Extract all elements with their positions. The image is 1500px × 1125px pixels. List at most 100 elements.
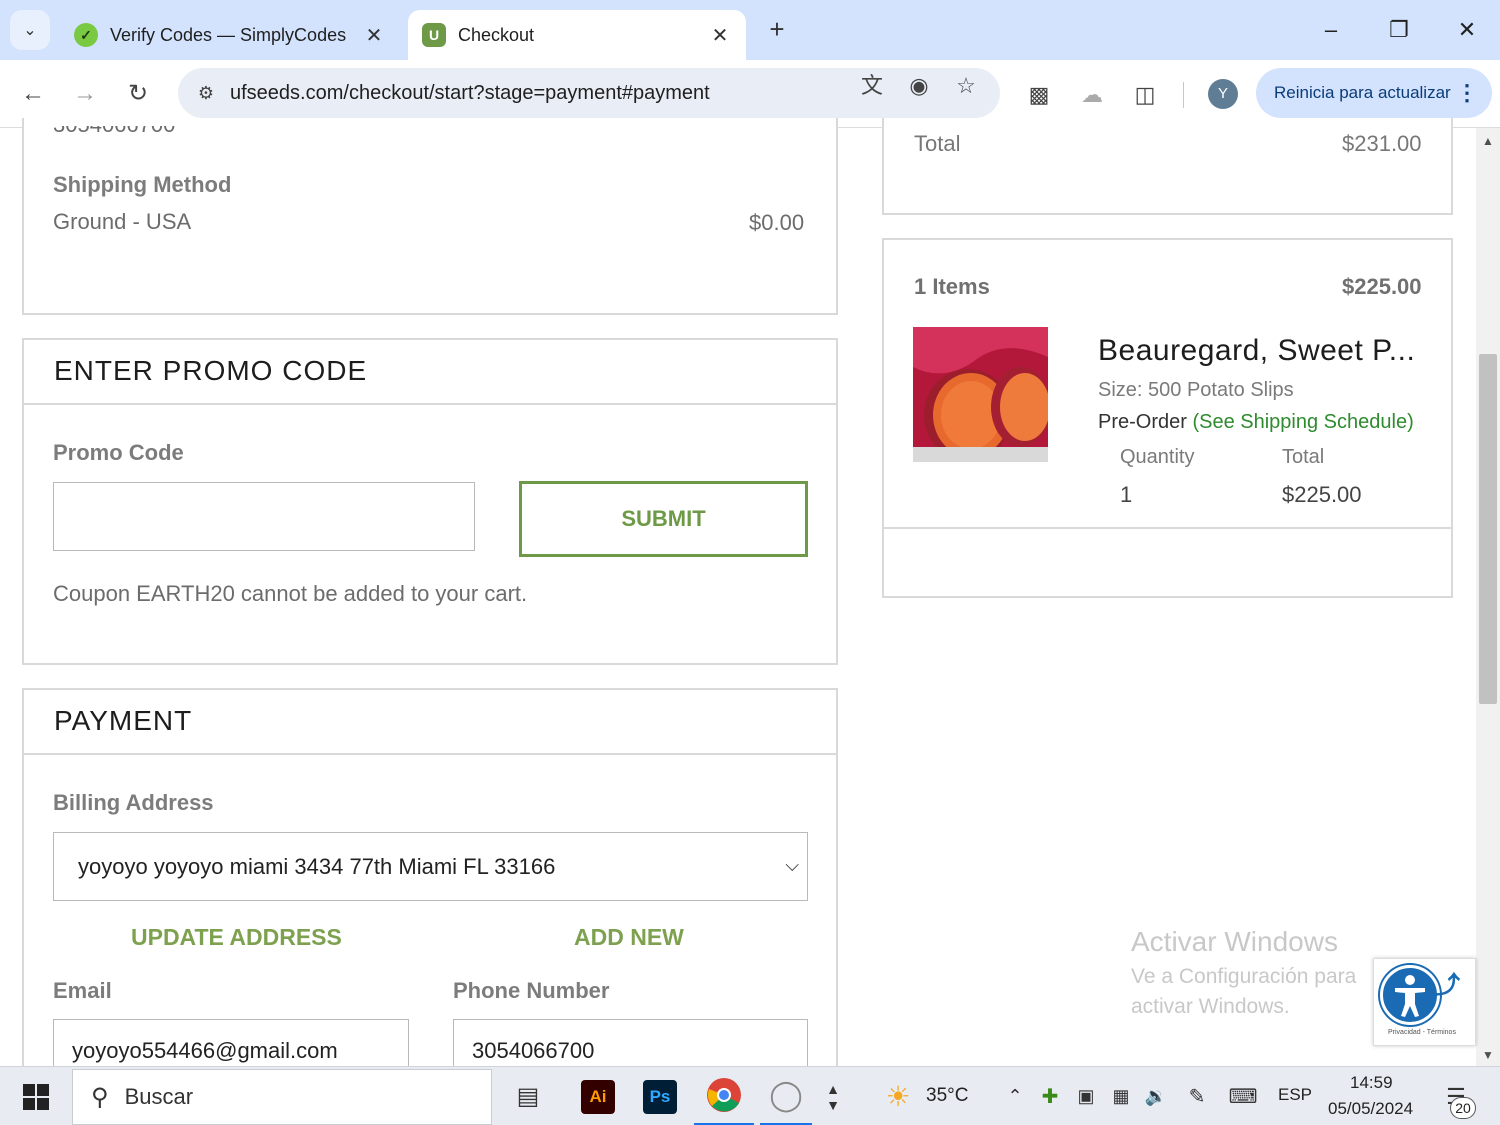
pen-icon[interactable]: ✎ [1182,1067,1212,1125]
clock-time[interactable]: 14:59 [1350,1073,1393,1093]
language-indicator[interactable]: ESP [1278,1085,1312,1105]
scroll-up-icon[interactable]: ▲ [1482,134,1494,148]
activate-windows-text: Ve a Configuración para activar Windows. [1131,965,1357,1018]
simplycodes-favicon-icon: ✓ [74,23,98,47]
network-icon[interactable]: ▦ [1106,1067,1136,1125]
close-tab-icon[interactable]: ✕ [362,23,386,48]
meet-now-icon[interactable]: ▣ [1072,1067,1100,1125]
privacy-terms-text[interactable]: Privacidad - Términos [1388,1029,1456,1036]
accessibility-widget[interactable]: ⤴ Privacidad - Términos [1373,958,1476,1046]
profile-avatar[interactable]: Y [1208,79,1238,109]
site-info-icon[interactable]: ⚙ [186,83,226,104]
windows-logo-icon [23,1083,49,1110]
phone-label: Phone Number [453,978,610,1003]
cart-items-total: $225.00 [1342,274,1422,299]
accessibility-icon[interactable] [1380,965,1440,1025]
reload-button[interactable]: ↻ [118,74,158,114]
extensions-puzzle-icon[interactable]: ◫ [1128,78,1162,112]
phone-input[interactable]: 3054066700 [453,1019,808,1067]
promo-divider [23,403,837,405]
update-address-link[interactable]: UPDATE ADDRESS [131,924,342,951]
payment-title: PAYMENT [54,705,193,736]
cart-items-count: 1 Items [914,274,990,299]
illustrator-icon: Ai [581,1079,615,1114]
shipping-method-value: Ground - USA [53,209,192,234]
submit-promo-button[interactable]: SUBMIT [519,481,808,557]
scroll-down-icon[interactable]: ▼ [1482,1048,1494,1062]
email-label: Email [53,978,112,1003]
toolbar-divider [1183,82,1184,108]
add-new-address-link[interactable]: ADD NEW [574,924,684,951]
tray-app-icon[interactable]: ✚ [1036,1067,1064,1125]
tab-checkout[interactable]: U Checkout ✕ [408,10,746,60]
preorder-line: Pre-Order (See Shipping Schedule) [1098,411,1414,434]
billing-address-label: Billing Address [53,790,214,815]
location-icon[interactable]: ◉ [903,72,935,100]
shipping-schedule-link[interactable]: (See Shipping Schedule) [1192,411,1413,433]
windows-taskbar: ⚲ Buscar ▤ Ai Ps ◯ ▲ ▼ ☀ 35°C ⌃ ✚ ▣ ▦ 🔉 ✎… [0,1066,1500,1125]
restore-button[interactable]: ❐ [1376,12,1422,48]
promo-code-label: Promo Code [53,440,184,465]
photoshop-app[interactable]: Ps [642,1067,678,1125]
clock-date[interactable]: 05/05/2024 [1328,1099,1413,1119]
illustrator-app[interactable]: Ai [580,1067,616,1125]
weather-temp[interactable]: 35°C [926,1085,968,1107]
update-browser-button[interactable]: Reinicia para actualizar ⋮ [1256,68,1492,118]
extension-robot-icon[interactable]: ▩ [1022,78,1056,112]
app-circle-icon[interactable]: ◯ [760,1067,812,1125]
more-menu-icon[interactable]: ⋮ [1456,80,1478,106]
product-image[interactable] [913,327,1048,462]
tray-chevron-up-icon[interactable]: ⌃ [1002,1067,1028,1125]
email-input[interactable]: yoyoyo554466@gmail.com [53,1019,409,1067]
tab-search-button[interactable]: ⌄ [10,10,50,50]
order-total-label: Total [914,131,961,156]
new-tab-button[interactable]: + [762,14,792,44]
ufseeds-favicon-icon: U [422,23,446,47]
payment-divider [23,753,837,755]
close-window-button[interactable]: ✕ [1444,12,1490,48]
order-total-value: $231.00 [1342,131,1422,156]
start-button[interactable] [14,1067,58,1125]
chevron-down-icon: ⌄ [23,22,37,39]
cart-divider [883,527,1452,529]
page-scrollbar[interactable]: ▲ ▼ [1476,128,1500,1066]
product-name[interactable]: Beauregard, Sweet P... [1098,334,1415,368]
forward-button[interactable]: → [65,74,105,114]
chrome-app[interactable] [694,1067,754,1125]
photoshop-icon: Ps [643,1079,677,1114]
volume-icon[interactable]: 🔉 [1142,1067,1170,1125]
taskbar-scroll-icon[interactable]: ▲ ▼ [822,1067,844,1125]
line-total-value: $225.00 [1282,482,1362,507]
promo-error-message: Coupon EARTH20 cannot be added to your c… [53,581,528,606]
task-view-icon[interactable]: ▤ [508,1067,548,1125]
activate-windows-title: Activar Windows [1131,926,1338,957]
back-button[interactable]: ← [13,74,53,114]
keyboard-icon[interactable]: ⌨ [1224,1067,1262,1125]
shipping-method-label: Shipping Method [53,172,232,197]
tab-title: Verify Codes — SimplyCodes [110,24,347,45]
translate-icon[interactable]: 文 [856,72,888,100]
billing-address-select[interactable]: yoyoyo yoyoyo miami 3434 77th Miami FL 3… [53,832,808,901]
product-size: Size: 500 Potato Slips [1098,379,1294,401]
quantity-label: Quantity [1120,446,1195,468]
extension-cloud-icon[interactable]: ☁ [1075,78,1109,112]
close-tab-icon[interactable]: ✕ [708,23,732,48]
search-icon: ⚲ [91,1083,109,1111]
recaptcha-arrow-icon: ⤴ [1436,972,1460,999]
preorder-label: Pre-Order [1098,411,1187,433]
taskbar-search-placeholder: Buscar [124,1084,194,1109]
promo-title: ENTER PROMO CODE [54,355,368,386]
line-total-label: Total [1282,446,1325,468]
notification-count-badge: 20 [1450,1097,1476,1119]
minimize-button[interactable]: – [1308,12,1354,48]
tab-verify-codes[interactable]: ✓ Verify Codes — SimplyCodes ✕ [60,10,400,60]
weather-icon[interactable]: ☀ [880,1067,916,1125]
sweet-potato-image [913,327,1048,462]
billing-address-selected: yoyoyo yoyoyo miami 3434 77th Miami FL 3… [78,853,556,879]
taskbar-search[interactable]: ⚲ Buscar [72,1069,492,1125]
scrollbar-thumb[interactable] [1479,354,1497,704]
quantity-value: 1 [1120,482,1133,507]
bookmark-star-icon[interactable]: ☆ [950,72,982,100]
promo-code-input[interactable] [53,482,475,551]
shipping-method-price: $0.00 [749,210,805,235]
